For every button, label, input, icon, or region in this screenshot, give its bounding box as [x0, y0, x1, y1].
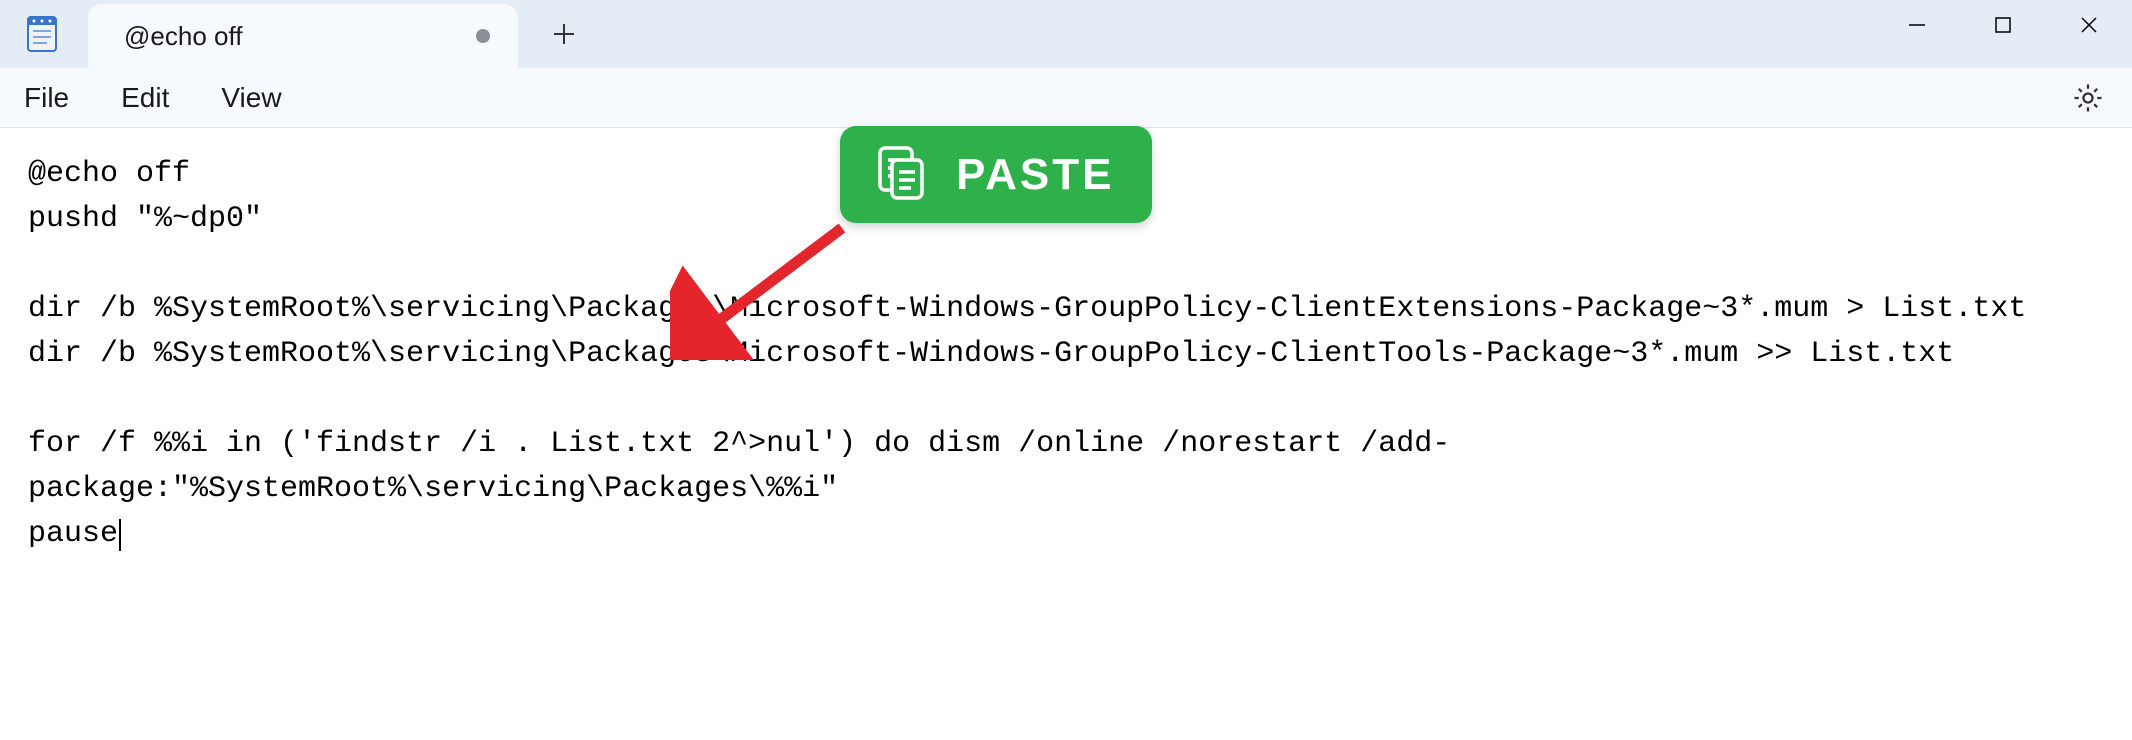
unsaved-indicator-icon	[476, 29, 490, 43]
maximize-button[interactable]	[1960, 0, 2046, 50]
paste-annotation-badge: PASTE	[840, 126, 1152, 223]
window-controls	[1874, 0, 2132, 50]
text-cursor	[119, 519, 121, 551]
new-tab-button[interactable]	[536, 6, 592, 62]
minimize-button[interactable]	[1874, 0, 1960, 50]
menu-bar: File Edit View	[0, 68, 2132, 128]
settings-button[interactable]	[2068, 78, 2108, 118]
document-tab[interactable]: @echo off	[88, 4, 518, 68]
clipboard-paste-icon	[868, 140, 932, 209]
menu-file[interactable]: File	[24, 82, 69, 114]
menu-view[interactable]: View	[221, 82, 281, 114]
tab-title: @echo off	[124, 21, 456, 52]
close-button[interactable]	[2046, 0, 2132, 50]
paste-badge-label: PASTE	[956, 150, 1114, 200]
title-bar: @echo off	[0, 0, 2132, 68]
menu-edit[interactable]: Edit	[121, 82, 169, 114]
notepad-app-icon	[22, 14, 62, 54]
